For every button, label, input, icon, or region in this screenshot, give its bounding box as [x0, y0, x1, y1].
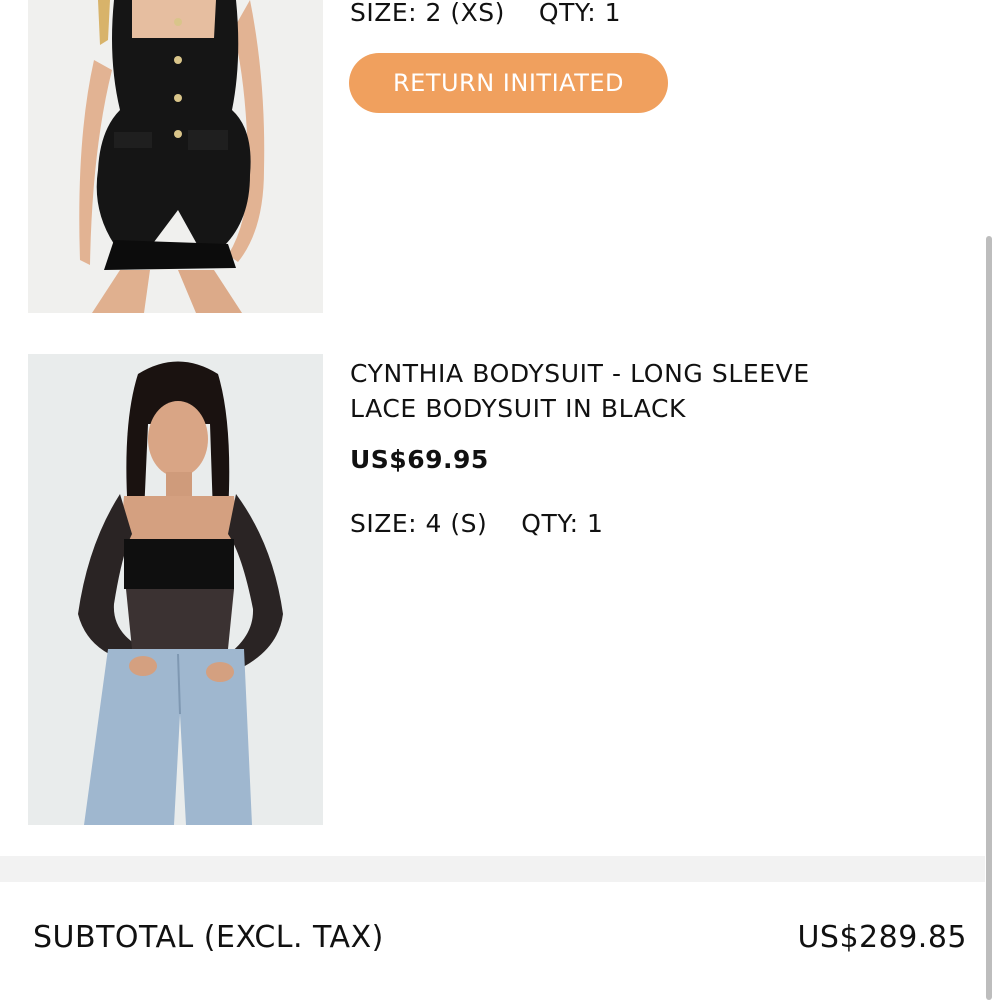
item-2-size: SIZE: 4 (S) — [350, 509, 488, 538]
order-details-page: SIZE: 2 (XS) QTY: 1 RETURN INITIATED CYN… — [0, 0, 1000, 1000]
item-1-size-qty: SIZE: 2 (XS) QTY: 1 — [350, 0, 621, 27]
item-1-size: SIZE: 2 (XS) — [350, 0, 505, 27]
lace-bodysuit-illustration — [78, 361, 283, 825]
item-2-price: US$69.95 — [350, 445, 489, 474]
item-2-qty: QTY: 1 — [521, 509, 604, 538]
subtotal-value: US$289.85 — [797, 920, 967, 955]
product-image-lace-bodysuit[interactable] — [28, 354, 323, 825]
item-2-size-qty: SIZE: 4 (S) QTY: 1 — [350, 509, 603, 538]
subtotal-label: SUBTOTAL (EXCL. TAX) — [33, 920, 384, 955]
item-2-title-line-1: CYNTHIA BODYSUIT - LONG SLEEVE — [350, 359, 810, 388]
vertical-scrollbar[interactable] — [986, 236, 992, 1000]
vest-dress-illustration — [79, 0, 265, 313]
section-divider — [0, 856, 985, 882]
item-2-title-line-2: LACE BODYSUIT IN BLACK — [350, 394, 687, 423]
return-initiated-badge[interactable]: RETURN INITIATED — [349, 53, 668, 113]
item-1-qty: QTY: 1 — [538, 0, 622, 27]
product-image-vest-dress[interactable] — [28, 0, 323, 313]
item-2-title[interactable]: CYNTHIA BODYSUIT - LONG SLEEVE LACE BODY… — [350, 356, 950, 426]
